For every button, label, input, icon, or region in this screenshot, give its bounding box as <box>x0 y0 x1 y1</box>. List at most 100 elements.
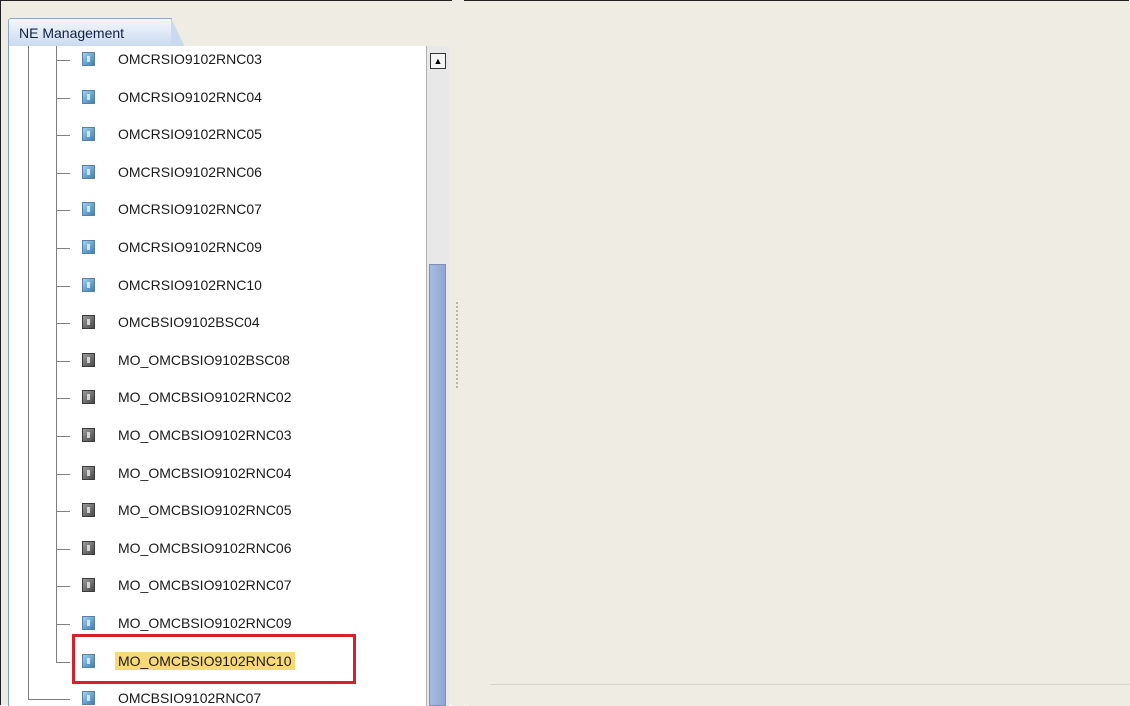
tree-guide-line <box>28 383 29 422</box>
tree-node[interactable]: MO_OMCBSIO9102BSC08 <box>9 345 427 384</box>
tree-node-label[interactable]: MO_OMCBSIO9102RNC02 <box>115 388 295 406</box>
tree-node-label[interactable]: MO_OMCBSIO9102RNC09 <box>115 614 295 632</box>
tree-guide-line <box>28 609 29 647</box>
tree-connector-line <box>56 270 57 309</box>
splitter-grip-dot <box>456 346 458 348</box>
tree-guide-line <box>28 496 29 535</box>
tree-node-label[interactable]: OMCRSIO9102RNC03 <box>115 50 265 68</box>
tree-node[interactable]: OMCRSIO9102RNC04 <box>9 82 427 121</box>
tree-branch-line <box>56 360 70 362</box>
splitter-grip-dot <box>456 374 458 376</box>
tree-connector-line <box>56 82 57 121</box>
ne-tree[interactable]: OMCRSIO9102RNC03 OMCRSIO9102RNC04 OMCRSIO9… <box>8 46 427 706</box>
tree-branch-line <box>56 172 70 174</box>
tree-connector-line <box>56 496 57 535</box>
tree-node-label[interactable]: OMCRSIO9102RNC07 <box>115 200 265 218</box>
tree-node[interactable]: OMCRSIO9102RNC03 <box>9 46 427 83</box>
tree-node-label[interactable]: OMCRSIO9102RNC10 <box>115 276 265 294</box>
ne-node-icon <box>82 465 95 480</box>
tree-scrollbar[interactable]: ▲ <box>426 46 449 706</box>
tree-guide-line <box>28 82 29 121</box>
tree-guide-line <box>28 308 29 347</box>
tree-branch-line <box>28 699 70 701</box>
splitter-grip-dot <box>456 302 458 304</box>
ne-node-icon <box>82 240 95 254</box>
ne-node-icon <box>82 52 95 66</box>
scroll-thumb[interactable] <box>429 264 446 706</box>
tree-node[interactable]: MO_OMCBSIO9102RNC04 <box>9 458 427 497</box>
content-panel <box>465 8 1130 706</box>
splitter-grip-dot <box>456 370 458 372</box>
tree-guide-line <box>28 345 29 384</box>
tree-node[interactable]: OMCRSIO9102RNC10 <box>9 270 427 309</box>
tab-ne-management[interactable]: NE Management <box>8 18 185 47</box>
tree-node[interactable]: OMCRSIO9102RNC05 <box>9 120 427 159</box>
tree-node-label[interactable]: MO_OMCBSIO9102RNC04 <box>115 464 295 482</box>
tree-node[interactable]: MO_OMCBSIO9102RNC03 <box>9 421 427 459</box>
tree-node[interactable]: OMCRSIO9102RNC09 <box>9 233 427 271</box>
tree-guide-line <box>28 233 29 271</box>
ne-node-icon <box>82 89 95 104</box>
tree-node-label[interactable]: OMCRSIO9102RNC06 <box>115 163 265 181</box>
tree-node-label[interactable]: MO_OMCBSIO9102RNC03 <box>115 426 295 444</box>
tree-connector-line <box>56 345 57 384</box>
tree-branch-line <box>56 60 70 61</box>
splitter-grip-dot <box>456 322 458 324</box>
panel-splitter[interactable] <box>452 0 464 706</box>
tree-node[interactable]: OMCBSIO9102RNC07 <box>9 684 427 706</box>
tree-branch-line <box>56 436 70 437</box>
splitter-grip-dot <box>456 382 458 384</box>
tree-connector-line <box>56 609 57 647</box>
tree-node[interactable]: MO_OMCBSIO9102RNC06 <box>9 533 427 572</box>
tree-connector-line <box>56 533 57 572</box>
content-divider <box>490 684 1130 685</box>
ne-node-icon <box>82 540 95 555</box>
tree-connector-line <box>56 383 57 422</box>
tree-node-label[interactable]: OMCRSIO9102RNC04 <box>115 88 265 106</box>
tree-node-label[interactable]: OMCBSIO9102BSC04 <box>115 313 263 331</box>
tree-node[interactable]: OMCRSIO9102RNC06 <box>9 157 427 196</box>
tree-branch-line <box>56 248 70 249</box>
splitter-grip-dot <box>456 306 458 308</box>
tree-node-label[interactable]: OMCBSIO9102RNC07 <box>115 689 264 706</box>
tree-node-label[interactable]: OMCRSIO9102RNC05 <box>115 125 265 143</box>
ne-node-icon <box>82 352 95 367</box>
splitter-grip-dot <box>456 318 458 320</box>
tree-node[interactable]: OMCBSIO9102BSC04 <box>9 308 427 347</box>
tree-branch-line <box>56 473 70 475</box>
tree-node-label[interactable]: MO_OMCBSIO9102BSC08 <box>115 351 293 369</box>
tree-branch-line <box>56 97 70 99</box>
ne-node-icon <box>82 578 95 593</box>
tree-node-label[interactable]: MO_OMCBSIO9102RNC05 <box>115 501 295 519</box>
tree-connector-line <box>56 157 57 196</box>
ne-node-icon <box>82 277 95 292</box>
tree-connector-line <box>56 195 57 234</box>
tree-guide-line <box>28 571 29 610</box>
scroll-up-arrow-icon[interactable]: ▲ <box>430 53 446 69</box>
ne-node-icon <box>82 503 95 518</box>
tree-connector-line <box>56 421 57 459</box>
tree-branch-line <box>56 661 70 663</box>
tree-branch-line <box>56 548 70 550</box>
tree-guide-line <box>28 120 29 159</box>
tree-connector-line <box>56 646 57 662</box>
tree-guide-line <box>28 533 29 572</box>
splitter-grip-dot <box>456 330 458 332</box>
tree-node-label[interactable]: MO_OMCBSIO9102RNC06 <box>115 539 295 557</box>
tree-branch-line <box>56 323 70 325</box>
tree-guide-line <box>28 46 29 83</box>
ne-node-icon <box>82 164 95 179</box>
ne-node-icon <box>82 127 95 142</box>
splitter-grip-dot <box>456 350 458 352</box>
tree-node[interactable]: MO_OMCBSIO9102RNC07 <box>9 571 427 610</box>
splitter-grip-dot <box>456 366 458 368</box>
tree-branch-line <box>56 285 70 287</box>
tree-node[interactable]: MO_OMCBSIO9102RNC05 <box>9 496 427 535</box>
tree-guide-line <box>28 270 29 309</box>
splitter-grip-dot <box>456 386 458 388</box>
tree-node[interactable]: MO_OMCBSIO9102RNC02 <box>9 383 427 422</box>
tree-node-label[interactable]: OMCRSIO9102RNC09 <box>115 238 265 256</box>
splitter-grip-dot <box>456 378 458 380</box>
tree-node-label[interactable]: MO_OMCBSIO9102RNC07 <box>115 576 295 594</box>
tree-node[interactable]: OMCRSIO9102RNC07 <box>9 195 427 234</box>
